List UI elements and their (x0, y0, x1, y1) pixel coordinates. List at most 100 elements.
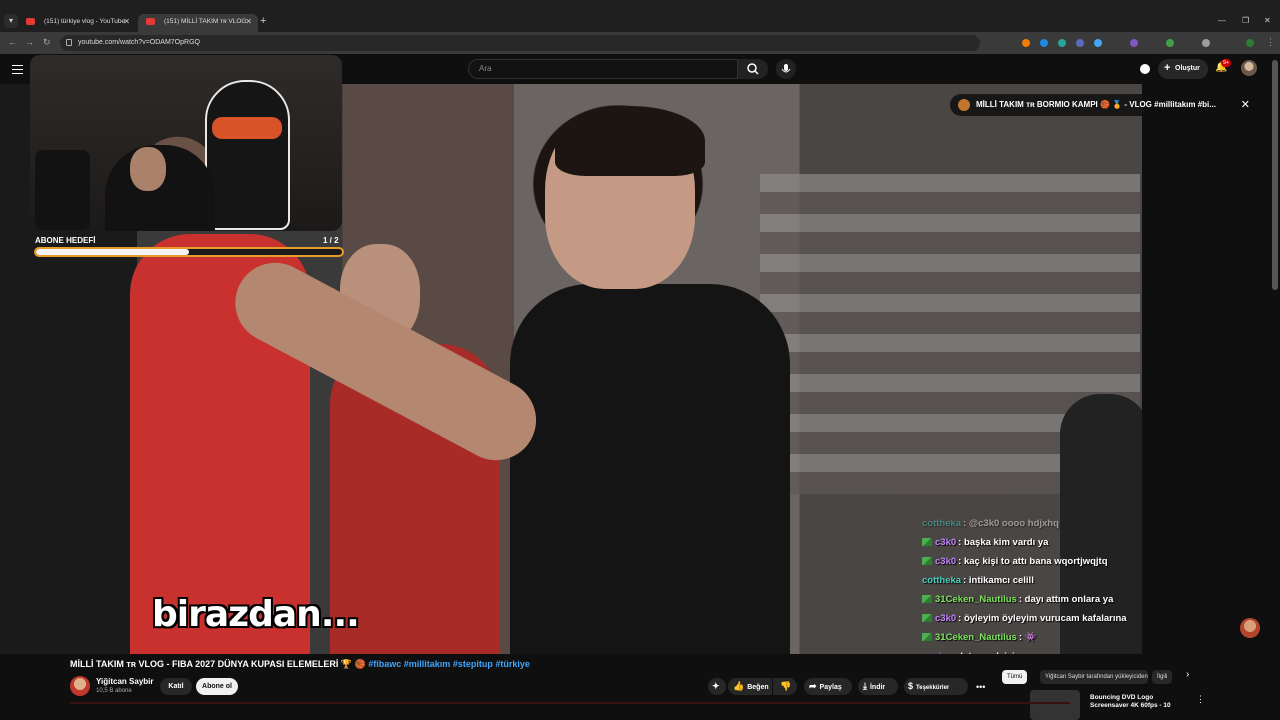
minimize-icon[interactable]: — (1218, 16, 1226, 25)
chat-text: : başka kim vardı ya (958, 537, 1049, 548)
video-coach-hair (555, 106, 705, 176)
extension-icon[interactable] (1076, 39, 1084, 47)
dislike-button[interactable]: 👎 (773, 678, 797, 695)
forward-icon[interactable]: → (25, 37, 34, 47)
like-label: Beğen (747, 684, 769, 691)
video-info-bar: MİLLİ TAKIM ᴛʀ VLOG - FIBA 2027 DÜNYA KU… (0, 654, 1280, 720)
join-button[interactable]: Katıl (160, 678, 192, 695)
chat-username: c3k0 (935, 537, 957, 548)
super-thanks-icon: $ (908, 681, 914, 691)
back-icon[interactable]: ← (8, 37, 17, 47)
reload-icon[interactable]: ↻ (43, 37, 51, 48)
thumbs-up-icon: 👍 (733, 681, 745, 691)
extension-icon[interactable] (1130, 39, 1138, 47)
site-info-icon[interactable] (66, 39, 72, 46)
profile-icon[interactable] (1246, 39, 1254, 47)
close-tab-icon[interactable]: ✕ (245, 14, 252, 30)
chip-all[interactable]: Tümü (1002, 670, 1028, 684)
chevron-right-icon[interactable]: › (1186, 669, 1189, 680)
share-icon: ➦ (809, 681, 817, 691)
sub-goal-progress-bar (34, 247, 344, 257)
download-label: İndir (869, 684, 886, 691)
channel-name[interactable]: Yiğitcan Saybir (96, 677, 154, 686)
menu-icon[interactable] (12, 65, 23, 74)
more-actions-icon[interactable]: ••• (976, 682, 985, 692)
subscribe-button[interactable]: Abone ol (196, 678, 238, 695)
channel-avatar (958, 99, 970, 111)
mic-icon (781, 64, 791, 73)
recommended-video-title[interactable]: Bouncing DVD Logo Screensaver 4K 60fps -… (1090, 694, 1190, 710)
chat-username: 31Ceken_Nautilus (935, 594, 1017, 605)
url-field[interactable]: youtube.com/watch?v=ODAM7OpRGQ (60, 35, 980, 51)
restore-icon[interactable]: ❐ (1242, 16, 1249, 25)
video-progress-bar[interactable] (70, 702, 1070, 704)
recommended-thumbnail[interactable] (1030, 690, 1080, 720)
new-tab-icon[interactable]: + (260, 15, 266, 27)
chat-message: cottheka: @c3k0 oooo hdjxhq (922, 518, 1252, 537)
close-icon[interactable]: ✕ (1241, 94, 1250, 116)
close-window-icon[interactable]: ✕ (1264, 16, 1271, 25)
more-options-icon[interactable]: ⋮ (1196, 694, 1205, 705)
extension-icon[interactable] (1166, 39, 1174, 47)
account-avatar[interactable] (1241, 60, 1257, 76)
share-button[interactable]: ➦ Paylaş (804, 678, 852, 695)
thanks-button[interactable]: $ Teşekkürler (904, 678, 968, 695)
browser-tab-2[interactable]: (151) MİLLİ TAKIM ᴛʀ VLOG ✕ (138, 14, 258, 32)
subscriber-count: 10,5 B abone (96, 688, 132, 694)
sub-goal-count: 1 / 2 (323, 236, 339, 245)
chat-username: 31Ceken_Nautilus (935, 632, 1017, 643)
extension-icon[interactable] (1022, 39, 1030, 47)
chat-badge-icon (922, 538, 932, 546)
video-title: MİLLİ TAKIM ᴛʀ VLOG - FIBA 2027 DÜNYA KU… (70, 659, 530, 670)
extension-icon[interactable] (1058, 39, 1066, 47)
gift-icon[interactable] (1138, 62, 1152, 76)
video-notification-banner[interactable]: MİLLİ TAKIM ᴛʀ BORMIO KAMPI 🏀 🏅 - VLOG #… (950, 94, 1260, 116)
sparkle-button[interactable]: ✦ (708, 678, 726, 695)
video-hashtags[interactable]: #fibawc #millitakım #stepitup #türkiye (368, 659, 530, 669)
chip-related[interactable]: İlgili (1152, 670, 1173, 684)
chat-text: : @c3k0 oooo hdjxhq (963, 518, 1059, 529)
browser-tab-1[interactable]: (151) türkiye vlog - YouTube ✕ (18, 14, 136, 32)
notification-count-badge: 9+ (1221, 59, 1232, 67)
youtube-favicon-icon (146, 18, 155, 25)
page-scrollbar[interactable] (1272, 60, 1278, 290)
share-label: Paylaş (819, 684, 842, 691)
chat-badge-icon (922, 557, 932, 565)
extension-icon[interactable] (1094, 39, 1102, 47)
search-button[interactable] (738, 59, 768, 79)
extension-icon[interactable] (1040, 39, 1048, 47)
tab-search-icon[interactable]: ▾ (4, 14, 18, 28)
webcam-streamer-face (130, 147, 166, 191)
address-bar-row: ← → ↻ youtube.com/watch?v=ODAM7OpRGQ ⋮ (0, 32, 1280, 54)
chat-message: c3k0: başka kim vardı ya (922, 537, 1252, 556)
like-button[interactable]: 👍 Beğen (728, 678, 772, 695)
download-icon: ⤓ (863, 681, 867, 691)
sub-goal-progress-fill (36, 249, 189, 255)
streamer-webcam (30, 55, 342, 231)
chat-username: cottheka (922, 575, 962, 586)
tab-title: (151) MİLLİ TAKIM ᴛʀ VLOG (164, 18, 247, 25)
chat-message: 31Ceken_Nautilus: dayı attım onlara ya (922, 594, 1252, 613)
chat-text: : kaç kişi to attı bana wqortjwqjtq (958, 556, 1108, 567)
browser-menu-icon[interactable]: ⋮ (1266, 37, 1275, 48)
browser-tab-bar: ▾ (151) türkiye vlog - YouTube ✕ (151) M… (0, 0, 1280, 32)
video-title-text: MİLLİ TAKIM ᴛʀ VLOG - FIBA 2027 DÜNYA KU… (70, 659, 366, 669)
sparkle-icon: ✦ (712, 681, 720, 691)
chip-from-uploader[interactable]: Yiğitcan Saybir tarafından yükleyiciden (1040, 670, 1148, 684)
search-input[interactable]: Ara (468, 59, 738, 79)
youtube-favicon-icon (26, 18, 35, 25)
chat-message: c3k0: kaç kişi to attı bana wqortjwqjtq (922, 556, 1252, 575)
create-button[interactable]: Oluştur (1158, 58, 1208, 79)
chat-text: : 👾 (1018, 632, 1037, 643)
extensions-puzzle-icon[interactable] (1202, 39, 1210, 47)
webcam-mascot-figure (205, 80, 290, 230)
sub-goal-label: ABONE HEDEFİ (35, 236, 96, 245)
chat-message: 31Ceken_Nautilus: 👾 (922, 632, 1252, 651)
channel-avatar[interactable] (70, 676, 90, 696)
download-button[interactable]: ⤓ İndir (858, 678, 898, 695)
thanks-label: Teşekkürler (916, 685, 950, 691)
voice-search-button[interactable] (776, 59, 796, 79)
thumbs-down-icon: 👎 (780, 681, 792, 691)
rec-title-text: Bouncing DVD Logo Screensaver 4K 60fps -… (1090, 694, 1171, 709)
close-tab-icon[interactable]: ✕ (123, 14, 130, 30)
